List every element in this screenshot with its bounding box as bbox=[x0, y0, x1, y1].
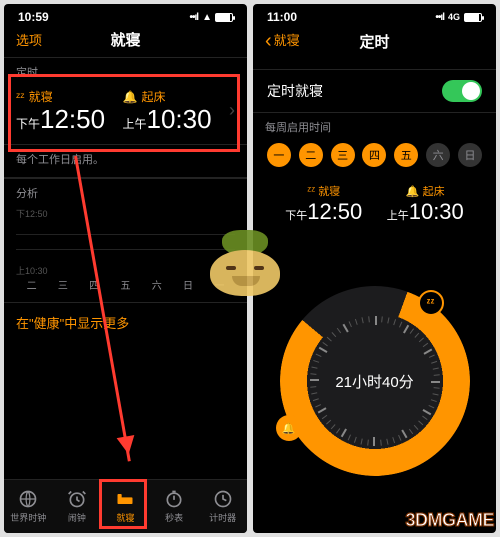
chart-days: 二三 四五 六日 一 bbox=[16, 277, 235, 292]
tab-stopwatch[interactable]: 秒表 bbox=[150, 480, 199, 533]
day-pill-tue[interactable]: 二 bbox=[299, 143, 323, 167]
day-pill-fri[interactable]: 五 bbox=[394, 143, 418, 167]
day-pill-sun[interactable]: 日 bbox=[458, 143, 482, 167]
day-pill-sat[interactable]: 六 bbox=[426, 143, 450, 167]
day-pill-mon[interactable]: 一 bbox=[267, 143, 291, 167]
signal-icon: ••ıl bbox=[190, 12, 199, 23]
day-pill-thu[interactable]: 四 bbox=[362, 143, 386, 167]
status-time: 11:00 bbox=[267, 10, 297, 24]
tab-bedtime[interactable]: 就寝 bbox=[101, 480, 150, 533]
signal-icon: ••ıl bbox=[435, 12, 444, 23]
nav-bar: 就寝 定时 bbox=[253, 26, 496, 61]
bedtime-block: ᶻᶻ就寝 下午12:50 bbox=[16, 88, 123, 134]
stopwatch-icon bbox=[164, 489, 184, 509]
section-schedule-label: 定时 bbox=[4, 57, 247, 82]
tab-timer[interactable]: 计时器 bbox=[198, 480, 247, 533]
bed-icon bbox=[115, 489, 135, 509]
battery-icon bbox=[215, 13, 233, 22]
wifi-icon: ▲ bbox=[202, 12, 211, 23]
battery-icon bbox=[464, 13, 482, 22]
tab-alarm[interactable]: 闹钟 bbox=[53, 480, 102, 533]
zz-icon: ᶻᶻ bbox=[307, 185, 315, 197]
watermark: 3DMGAME bbox=[405, 510, 494, 531]
schedule-subtext: 每个工作日启用。 bbox=[4, 145, 247, 178]
row-label: 定时就寝 bbox=[267, 81, 323, 101]
bell-icon: 🔔 bbox=[406, 185, 420, 198]
wake-block: 🔔起床 上午10:30 bbox=[123, 88, 230, 134]
status-time: 10:59 bbox=[18, 10, 49, 24]
bedtime-block: ᶻᶻ就寝 下午12:50 bbox=[273, 183, 375, 225]
tab-bar: 世界时钟 闹钟 就寝 秒表 计时器 bbox=[4, 479, 247, 533]
network-label: 4G bbox=[448, 12, 460, 22]
nav-bar: 选项 就寝 bbox=[4, 26, 247, 57]
section-analysis-label: 分析 bbox=[4, 178, 247, 203]
alarm-icon bbox=[67, 489, 87, 509]
bedtime-schedule-toggle-row: 定时就寝 bbox=[253, 69, 496, 113]
chevron-right-icon: › bbox=[229, 100, 235, 121]
options-button[interactable]: 选项 bbox=[16, 30, 42, 49]
right-phone: 11:00 ••ıl 4G 就寝 定时 定时就寝 每周启用时间 一 二 三 四 … bbox=[253, 4, 496, 533]
left-phone: 10:59 ••ıl ▲ 选项 就寝 定时 ᶻᶻ就寝 下午12:50 🔔起床 上… bbox=[4, 4, 247, 533]
health-link[interactable]: 在"健康"中显示更多 bbox=[4, 303, 247, 342]
times-display: ᶻᶻ就寝 下午12:50 🔔起床 上午10:30 bbox=[253, 179, 496, 233]
tab-world[interactable]: 世界时钟 bbox=[4, 480, 53, 533]
day-pills: 一 二 三 四 五 六 日 bbox=[253, 137, 496, 179]
status-bar: 10:59 ••ıl ▲ bbox=[4, 4, 247, 26]
schedule-row[interactable]: ᶻᶻ就寝 下午12:50 🔔起床 上午10:30 › bbox=[4, 82, 247, 145]
timer-icon bbox=[213, 489, 233, 509]
status-bar: 11:00 ••ıl 4G bbox=[253, 4, 496, 26]
bell-icon: 🔔 bbox=[123, 90, 138, 104]
bedtime-switch[interactable] bbox=[442, 80, 482, 102]
sleep-dial[interactable]: ᶻᶻ 🔔 21小时40分 bbox=[253, 233, 496, 533]
zz-icon: ᶻᶻ bbox=[16, 90, 25, 104]
section-days-label: 每周启用时间 bbox=[253, 113, 496, 137]
sleep-duration: 21小时40分 bbox=[280, 286, 470, 476]
globe-icon bbox=[18, 489, 38, 509]
wake-block: 🔔起床 上午10:30 bbox=[375, 183, 477, 225]
back-button[interactable]: 就寝 bbox=[265, 30, 300, 53]
day-pill-wed[interactable]: 三 bbox=[331, 143, 355, 167]
sleep-analysis-chart: 下12:50 上10:30 二三 四五 六日 一 bbox=[4, 203, 247, 303]
